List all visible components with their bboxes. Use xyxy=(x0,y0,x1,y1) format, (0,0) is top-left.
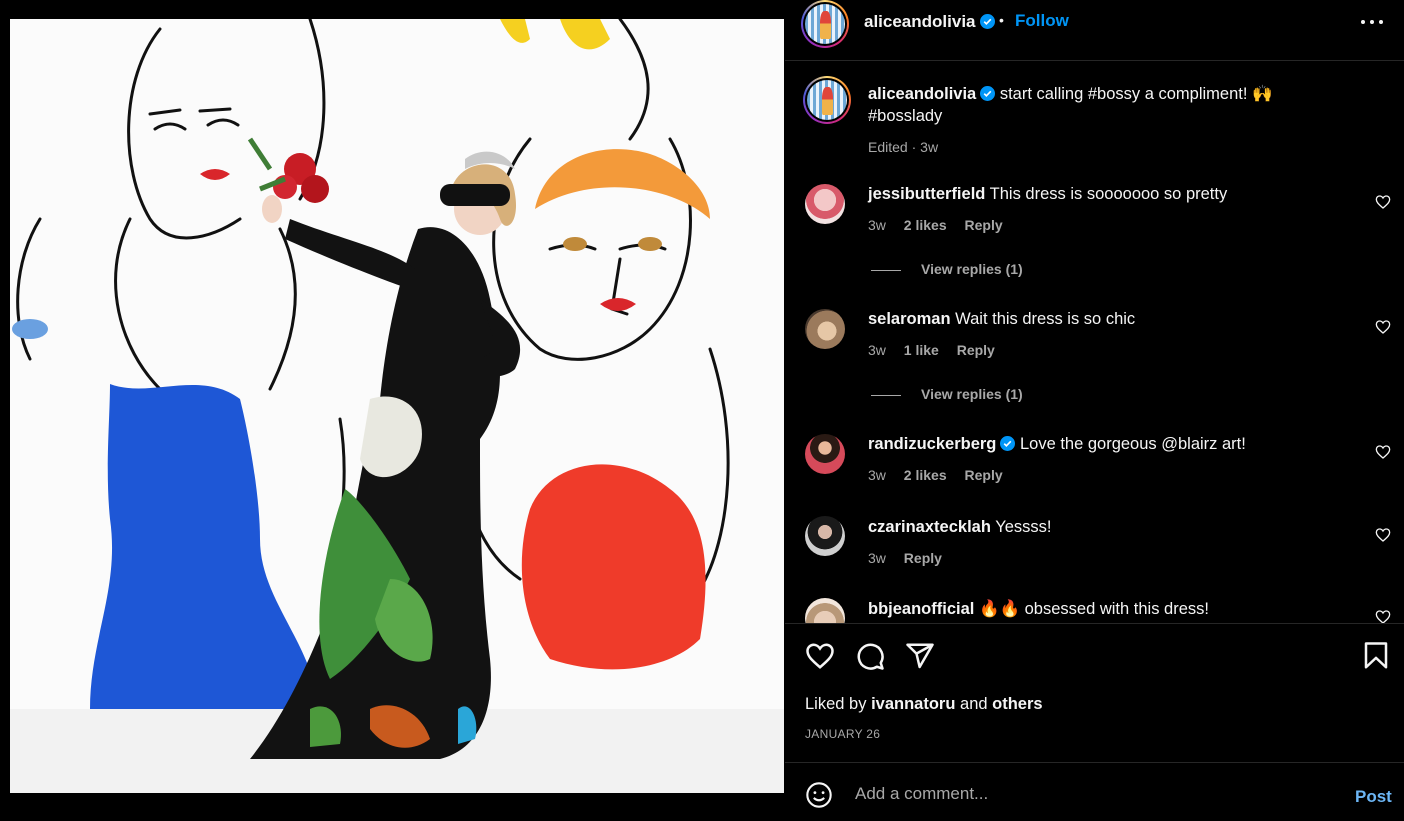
liked-by: Liked by ivannatoru and others xyxy=(805,695,1043,714)
more-options-icon[interactable] xyxy=(1355,10,1391,36)
comment-icon[interactable] xyxy=(855,641,885,671)
post-comment-button[interactable]: Post xyxy=(1355,787,1392,807)
caption-meta: Edited · 3w xyxy=(868,136,1348,158)
comment-username[interactable]: bbjeanofficial xyxy=(868,600,974,618)
comment-avatar[interactable] xyxy=(805,434,845,474)
post-image[interactable] xyxy=(10,19,784,793)
liked-by-and: and xyxy=(960,695,988,713)
view-replies-button[interactable]: View replies (1) xyxy=(871,386,1023,402)
comment-avatar[interactable] xyxy=(805,516,845,556)
comment-text: bbjeanofficial 🔥🔥 obsessed with this dre… xyxy=(868,600,1209,619)
comment-likes[interactable]: 2 likes xyxy=(904,217,947,233)
comment-time[interactable]: 3w xyxy=(868,342,886,358)
caption-time[interactable]: 3w xyxy=(920,139,938,155)
header-username-link[interactable]: aliceandolivia xyxy=(864,12,995,32)
comment-username[interactable]: randizuckerberg xyxy=(868,435,996,453)
comments-section[interactable]: aliceandolivia start calling #bossy a co… xyxy=(785,62,1404,623)
comment-avatar[interactable] xyxy=(805,184,845,224)
post-header: aliceandolivia • Follow xyxy=(785,0,1404,61)
comment-meta: 3w 2 likes Reply xyxy=(868,467,1017,483)
post-date[interactable]: JANUARY 26 xyxy=(805,727,880,741)
comment-reply-button[interactable]: Reply xyxy=(957,342,995,358)
comment-avatar[interactable] xyxy=(805,598,845,623)
liked-by-prefix: Liked by xyxy=(805,695,867,713)
comment-time[interactable]: 3w xyxy=(868,550,886,566)
comment-reply-button[interactable]: Reply xyxy=(965,467,1003,483)
comment-body: Love the gorgeous @blairz art! xyxy=(1019,435,1246,453)
comment-reply-button[interactable]: Reply xyxy=(965,217,1003,233)
comment-reply-button[interactable]: Reply xyxy=(904,550,942,566)
comment-like-heart-icon[interactable] xyxy=(1375,609,1391,623)
emoji-icon[interactable] xyxy=(805,781,833,809)
comment-username[interactable]: czarinaxtecklah xyxy=(868,518,991,536)
comment-like-heart-icon[interactable] xyxy=(1375,319,1391,335)
comment-composer: Post xyxy=(785,762,1404,821)
comment-text: randizuckerberg Love the gorgeous @blair… xyxy=(868,435,1246,454)
caption: aliceandolivia start calling #bossy a co… xyxy=(868,83,1348,158)
comment-body: Yessss! xyxy=(995,518,1052,536)
comment-body: This dress is sooooooo so pretty xyxy=(989,185,1228,203)
comment-like-heart-icon[interactable] xyxy=(1375,527,1391,543)
post-actions: Liked by ivannatoru and others JANUARY 2… xyxy=(785,623,1404,761)
verified-badge-icon xyxy=(980,86,996,101)
share-icon[interactable] xyxy=(905,641,935,671)
verified-badge-icon xyxy=(979,14,995,29)
header-separator: • xyxy=(999,12,1004,28)
header-avatar[interactable] xyxy=(801,0,849,48)
heart-icon[interactable] xyxy=(805,641,835,671)
caption-edited: Edited xyxy=(868,139,908,155)
comment-username[interactable]: jessibutterfield xyxy=(868,185,985,203)
header-username[interactable]: aliceandolivia xyxy=(864,12,976,31)
bookmark-icon[interactable] xyxy=(1361,641,1391,671)
caption-dot: · xyxy=(911,139,917,155)
comment-body: 🔥🔥 obsessed with this dress! xyxy=(978,600,1209,618)
comment-meta: 3w 1 like Reply xyxy=(868,342,1009,358)
view-replies-button[interactable]: View replies (1) xyxy=(871,261,1023,277)
follow-button[interactable]: Follow xyxy=(1015,11,1069,31)
caption-avatar[interactable] xyxy=(803,76,851,124)
comment-time[interactable]: 3w xyxy=(868,217,886,233)
comment-meta: 3w Reply xyxy=(868,550,956,566)
comment-body: Wait this dress is so chic xyxy=(955,310,1136,328)
comment-avatar[interactable] xyxy=(805,309,845,349)
comment-likes[interactable]: 1 like xyxy=(904,342,939,358)
comment-username[interactable]: selaroman xyxy=(868,310,951,328)
caption-username[interactable]: aliceandolivia xyxy=(868,85,976,103)
verified-badge-icon xyxy=(1000,436,1016,451)
post-photo-art xyxy=(10,19,784,793)
comment-text: selaroman Wait this dress is so chic xyxy=(868,310,1135,329)
comment-text: czarinaxtecklah Yessss! xyxy=(868,518,1051,537)
comment-time[interactable]: 3w xyxy=(868,467,886,483)
add-comment-input[interactable] xyxy=(855,780,1325,808)
comment-text: jessibutterfield This dress is sooooooo … xyxy=(868,185,1227,204)
post-details-panel: aliceandolivia • Follow aliceandolivia s… xyxy=(785,0,1404,821)
comment-meta: 3w 2 likes Reply xyxy=(868,217,1017,233)
liked-by-user[interactable]: ivannatoru xyxy=(871,695,955,713)
comment-like-heart-icon[interactable] xyxy=(1375,444,1391,460)
liked-by-others[interactable]: others xyxy=(992,695,1042,713)
comment-like-heart-icon[interactable] xyxy=(1375,194,1391,210)
comment-likes[interactable]: 2 likes xyxy=(904,467,947,483)
